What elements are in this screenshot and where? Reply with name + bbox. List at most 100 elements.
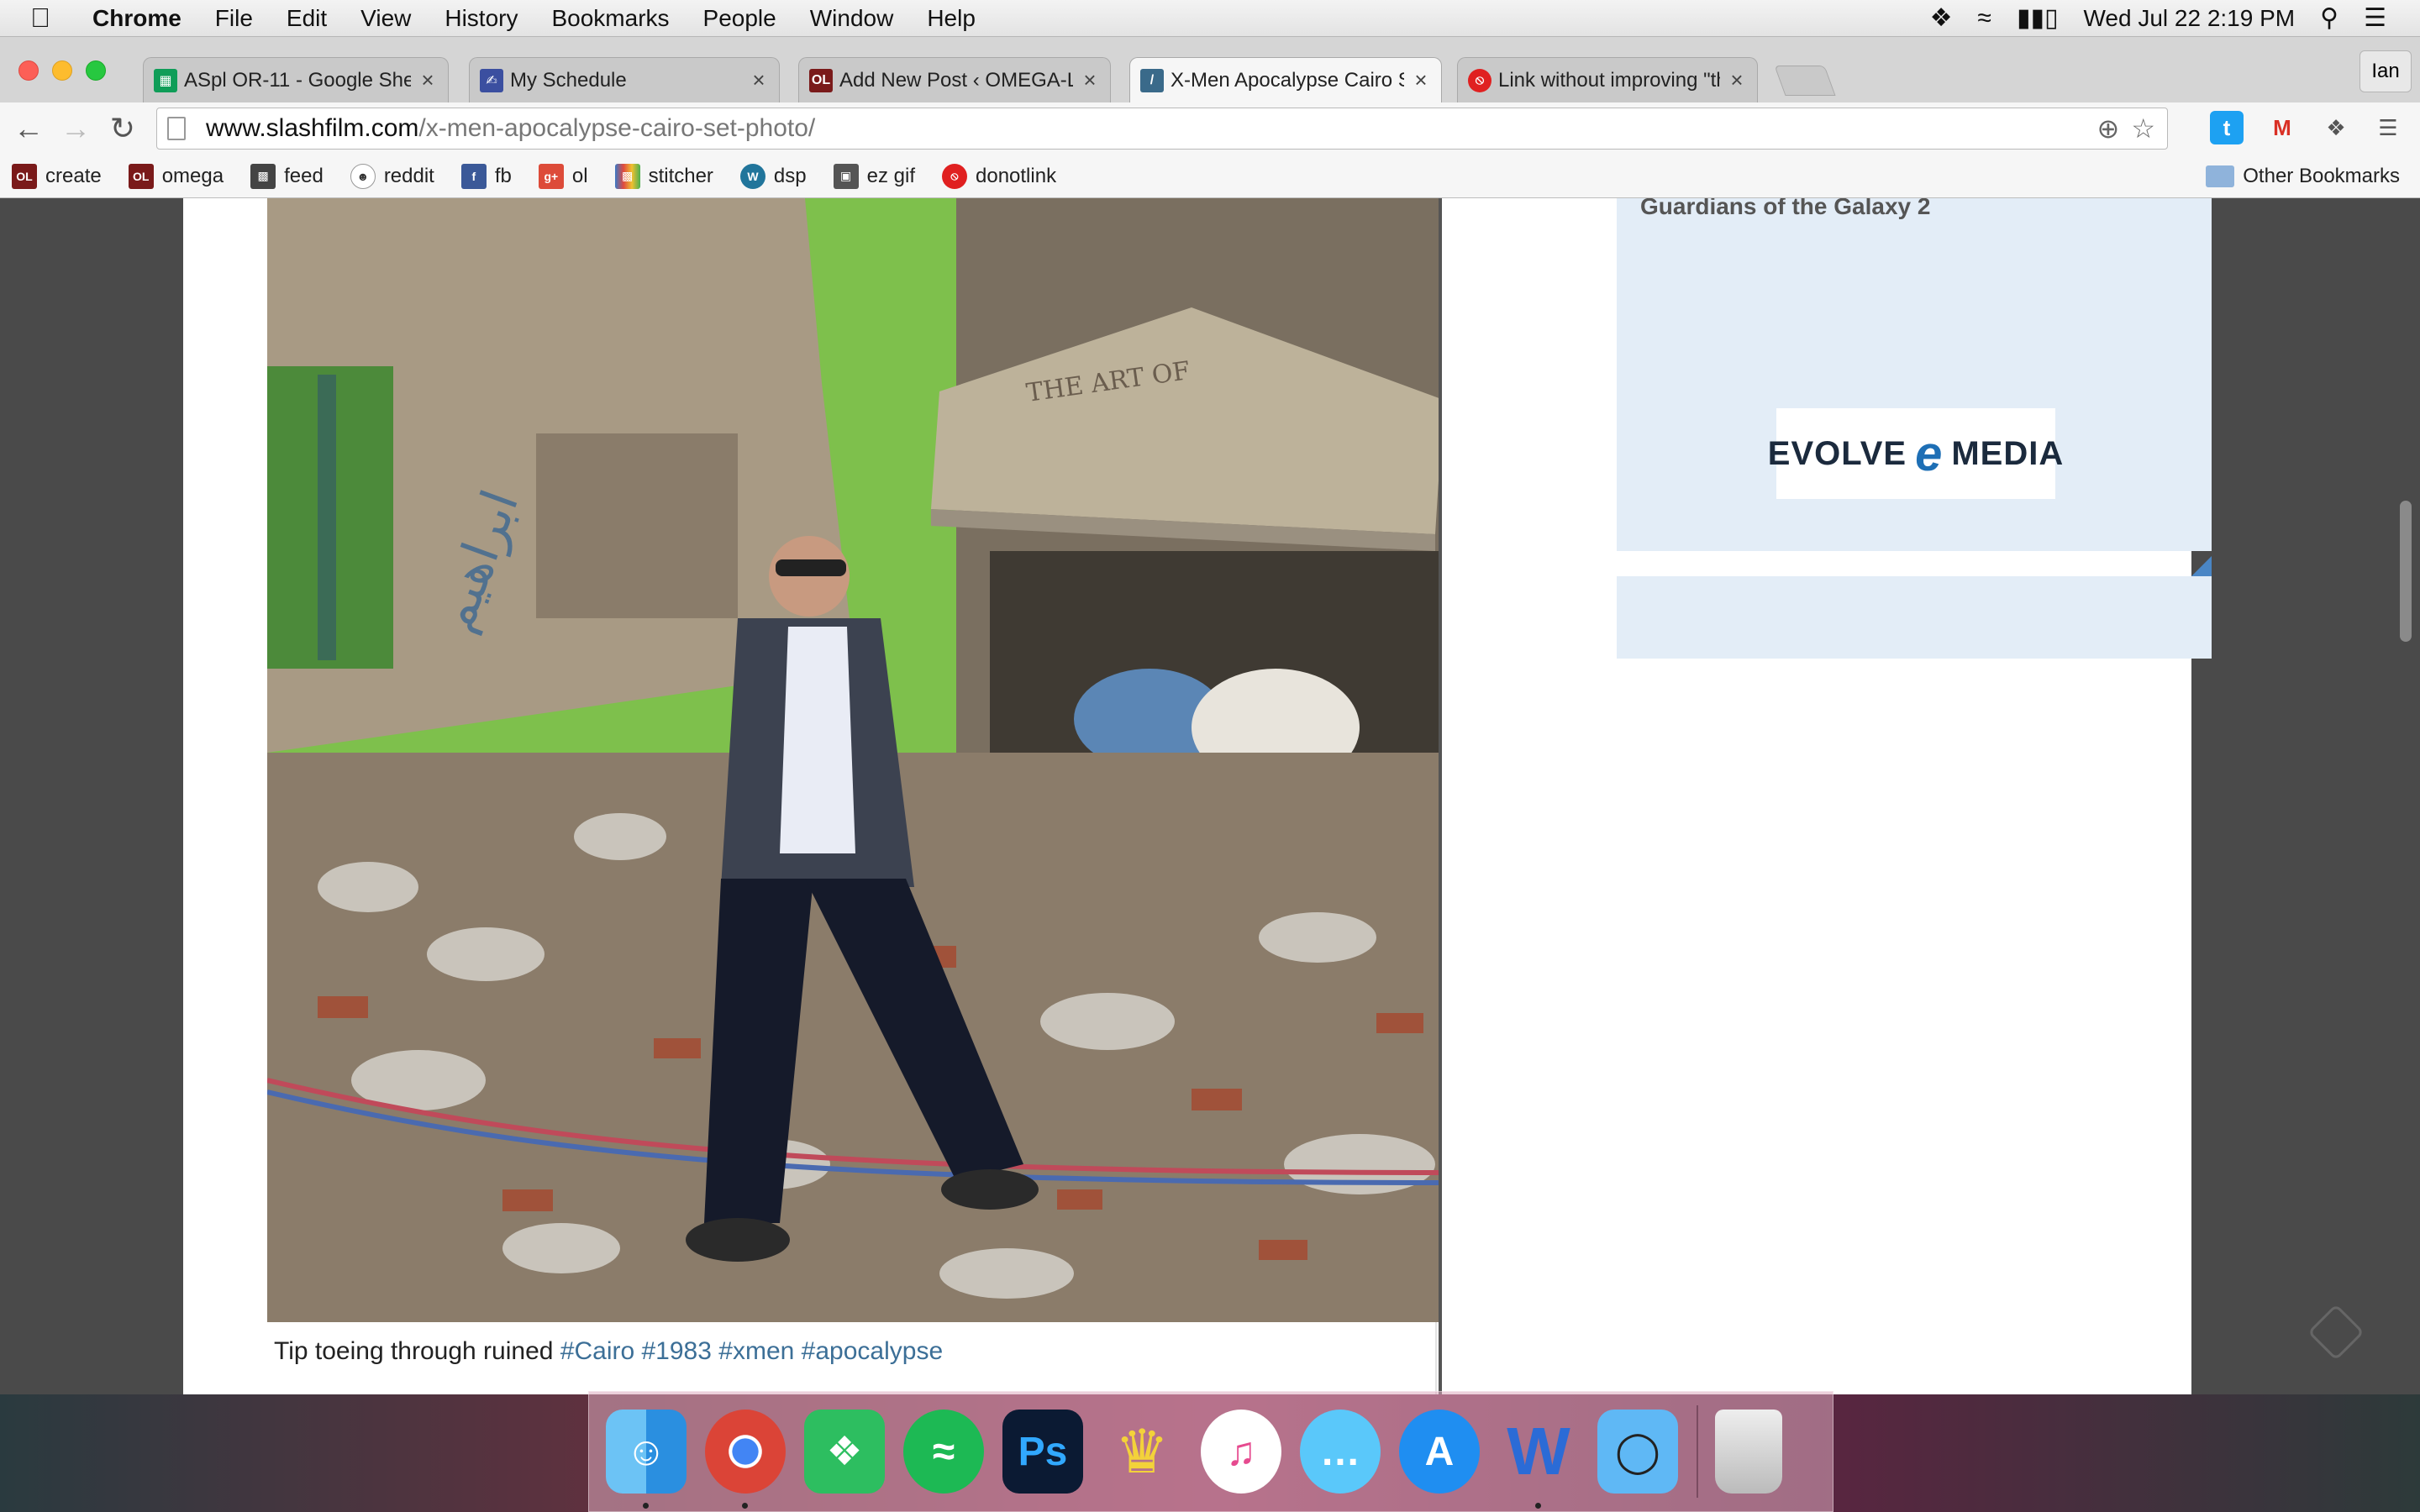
- bookmark-feed[interactable]: ▩ feed: [250, 163, 324, 189]
- other-bookmarks-label: Other Bookmarks: [2243, 164, 2400, 187]
- menu-window[interactable]: Window: [810, 5, 894, 32]
- evernote-extension-icon[interactable]: ❖: [2319, 111, 2353, 144]
- bookmark-ez-gif[interactable]: ▣ ez gif: [833, 163, 915, 189]
- address-bar[interactable]: www.slashfilm.com/x-men-apocalypse-cairo…: [156, 108, 2168, 150]
- close-window-button[interactable]: [18, 60, 39, 81]
- wifi-icon[interactable]: ≈: [1977, 4, 1991, 33]
- feedback-icon[interactable]: [2307, 1304, 2365, 1361]
- ad-brand-left: EVOLVE: [1767, 434, 1907, 472]
- battery-icon[interactable]: ▮▮▯: [2017, 3, 2059, 33]
- web-viewport: ابراهيم THE ART OF Tip toeing through ru…: [0, 198, 2420, 1394]
- hashtag-link[interactable]: #apocalypse: [802, 1337, 943, 1365]
- word-icon[interactable]: W: [1498, 1410, 1579, 1509]
- photoshop-icon[interactable]: Ps: [1002, 1410, 1083, 1494]
- bookmark-label: dsp: [773, 164, 807, 187]
- hashtag-link[interactable]: #xmen: [718, 1337, 794, 1365]
- google-plus-icon: g+: [538, 163, 564, 189]
- tab-title: Link without improving "the: [1498, 68, 1720, 92]
- dock-separator: [1697, 1405, 1698, 1498]
- bookmark-omega[interactable]: OL omega: [128, 163, 224, 189]
- reddit-icon: ☻: [350, 163, 376, 189]
- bookmark-ol[interactable]: g+ ol: [538, 163, 588, 189]
- menu-view[interactable]: View: [360, 5, 411, 32]
- related-post-link[interactable]: Guardians of the Galaxy 2: [1640, 198, 1930, 220]
- ad-brand-right: MEDIA: [1951, 434, 2065, 472]
- forward-button[interactable]: →: [52, 111, 99, 146]
- sidebar-widget: [1617, 576, 2212, 659]
- menu-help[interactable]: Help: [927, 5, 976, 32]
- new-tab-button[interactable]: [1774, 66, 1836, 96]
- profile-button[interactable]: Ian: [2360, 50, 2412, 92]
- donotlink-icon: ⦸: [942, 163, 967, 189]
- close-tab-icon[interactable]: ×: [1080, 67, 1100, 93]
- menu-history[interactable]: History: [445, 5, 518, 32]
- bookmark-donotlink[interactable]: ⦸ donotlink: [942, 163, 1056, 189]
- finder-icon[interactable]: ☺: [606, 1410, 687, 1509]
- zoom-window-button[interactable]: [86, 60, 106, 81]
- menu-bar:  Chrome File Edit View History Bookmark…: [0, 0, 2420, 37]
- menu-people[interactable]: People: [703, 5, 776, 32]
- back-button[interactable]: ←: [5, 111, 52, 146]
- photo-caption: Tip toeing through ruined #Cairo #1983 #…: [274, 1337, 943, 1366]
- bookmark-label: omega: [161, 164, 224, 187]
- gmail-extension-icon[interactable]: M: [2265, 111, 2299, 144]
- minimize-window-button[interactable]: [52, 60, 72, 81]
- close-tab-icon[interactable]: ×: [418, 67, 438, 93]
- spotlight-icon[interactable]: ⚲: [2320, 3, 2338, 33]
- bookmark-label: fb: [494, 164, 512, 187]
- hashtag-link[interactable]: #Cairo: [560, 1337, 634, 1365]
- trash-icon[interactable]: [1715, 1410, 1782, 1494]
- bookmark-reddit[interactable]: ☻ reddit: [350, 163, 434, 189]
- bookmark-stitcher[interactable]: ▩ stitcher: [614, 163, 713, 189]
- ad-choices-icon[interactable]: [2191, 556, 2212, 576]
- cyberduck-icon[interactable]: ♛: [1102, 1410, 1182, 1494]
- tab-my-schedule[interactable]: ✍ My Schedule ×: [469, 57, 780, 102]
- notification-center-icon[interactable]: ☰: [2364, 3, 2386, 33]
- set-photo[interactable]: ابراهيم THE ART OF: [267, 198, 1452, 1322]
- hashtag-link[interactable]: #1983: [642, 1337, 712, 1365]
- tab-xmen-apocalypse[interactable]: / X-Men Apocalypse Cairo S ×: [1129, 57, 1442, 102]
- ol-icon: OL: [809, 68, 833, 92]
- menu-clock[interactable]: Wed Jul 22 2:19 PM: [2083, 5, 2295, 32]
- page-scrollbar[interactable]: [2400, 501, 2412, 642]
- bookmark-dsp[interactable]: W dsp: [739, 163, 807, 189]
- chrome-icon[interactable]: [705, 1410, 786, 1509]
- bookmark-fb[interactable]: f fb: [460, 163, 512, 189]
- tab-strip: ▦ ASpl OR-11 - Google Shee × ✍ My Schedu…: [0, 37, 2420, 102]
- messages-icon[interactable]: …: [1300, 1410, 1381, 1494]
- menu-edit[interactable]: Edit: [287, 5, 327, 32]
- article-column: ابراهيم THE ART OF Tip toeing through ru…: [183, 198, 1452, 1394]
- spotify-icon[interactable]: ≈: [903, 1410, 984, 1494]
- itunes-icon[interactable]: ♫: [1201, 1410, 1281, 1494]
- browser-toolbar: ← → ↻ www.slashfilm.com/x-men-apocalypse…: [0, 102, 2420, 155]
- url-host: www.slashfilm.com: [206, 114, 419, 142]
- menu-app-name[interactable]: Chrome: [92, 5, 182, 32]
- menu-file[interactable]: File: [215, 5, 253, 32]
- twitter-extension-icon[interactable]: t: [2210, 111, 2244, 144]
- tab-google-sheets[interactable]: ▦ ASpl OR-11 - Google Shee ×: [143, 57, 449, 102]
- dropbox-icon[interactable]: ❖: [1930, 3, 1953, 33]
- google-sheets-icon: ▦: [154, 68, 177, 92]
- bookmark-create[interactable]: OL create: [12, 163, 102, 189]
- close-tab-icon[interactable]: ×: [1411, 67, 1431, 93]
- apple-menu-icon[interactable]: : [30, 3, 67, 34]
- evolve-media-ad[interactable]: EVOLVE e MEDIA: [1768, 408, 2063, 499]
- slashfilm-icon: /: [1140, 68, 1164, 92]
- app-store-icon[interactable]: A: [1399, 1410, 1480, 1494]
- evernote-icon[interactable]: ❖: [804, 1410, 885, 1494]
- bookmark-label: stitcher: [648, 164, 713, 187]
- bookmark-star-icon[interactable]: ☆: [2131, 113, 2155, 144]
- reload-button[interactable]: ↻: [99, 111, 146, 146]
- ol-icon: OL: [128, 163, 154, 189]
- instagram-embed: ابراهيم THE ART OF Tip toeing through ru…: [213, 198, 1452, 1394]
- chrome-menu-icon[interactable]: ☰: [2371, 111, 2405, 144]
- tab-add-new-post[interactable]: OL Add New Post ‹ OMEGA-LE ×: [798, 57, 1111, 102]
- close-tab-icon[interactable]: ×: [749, 67, 769, 93]
- other-bookmarks-folder[interactable]: Other Bookmarks: [2206, 165, 2400, 188]
- tab-donotlink[interactable]: ⦸ Link without improving "the ×: [1457, 57, 1758, 102]
- tweetbot-icon[interactable]: ◯: [1597, 1410, 1678, 1494]
- bookmarks-bar: OL create OL omega ▩ feed ☻ reddit f fb …: [0, 155, 2420, 198]
- close-tab-icon[interactable]: ×: [1727, 67, 1747, 93]
- menu-bookmarks[interactable]: Bookmarks: [551, 5, 669, 32]
- zoom-icon[interactable]: ⊕: [2097, 113, 2120, 144]
